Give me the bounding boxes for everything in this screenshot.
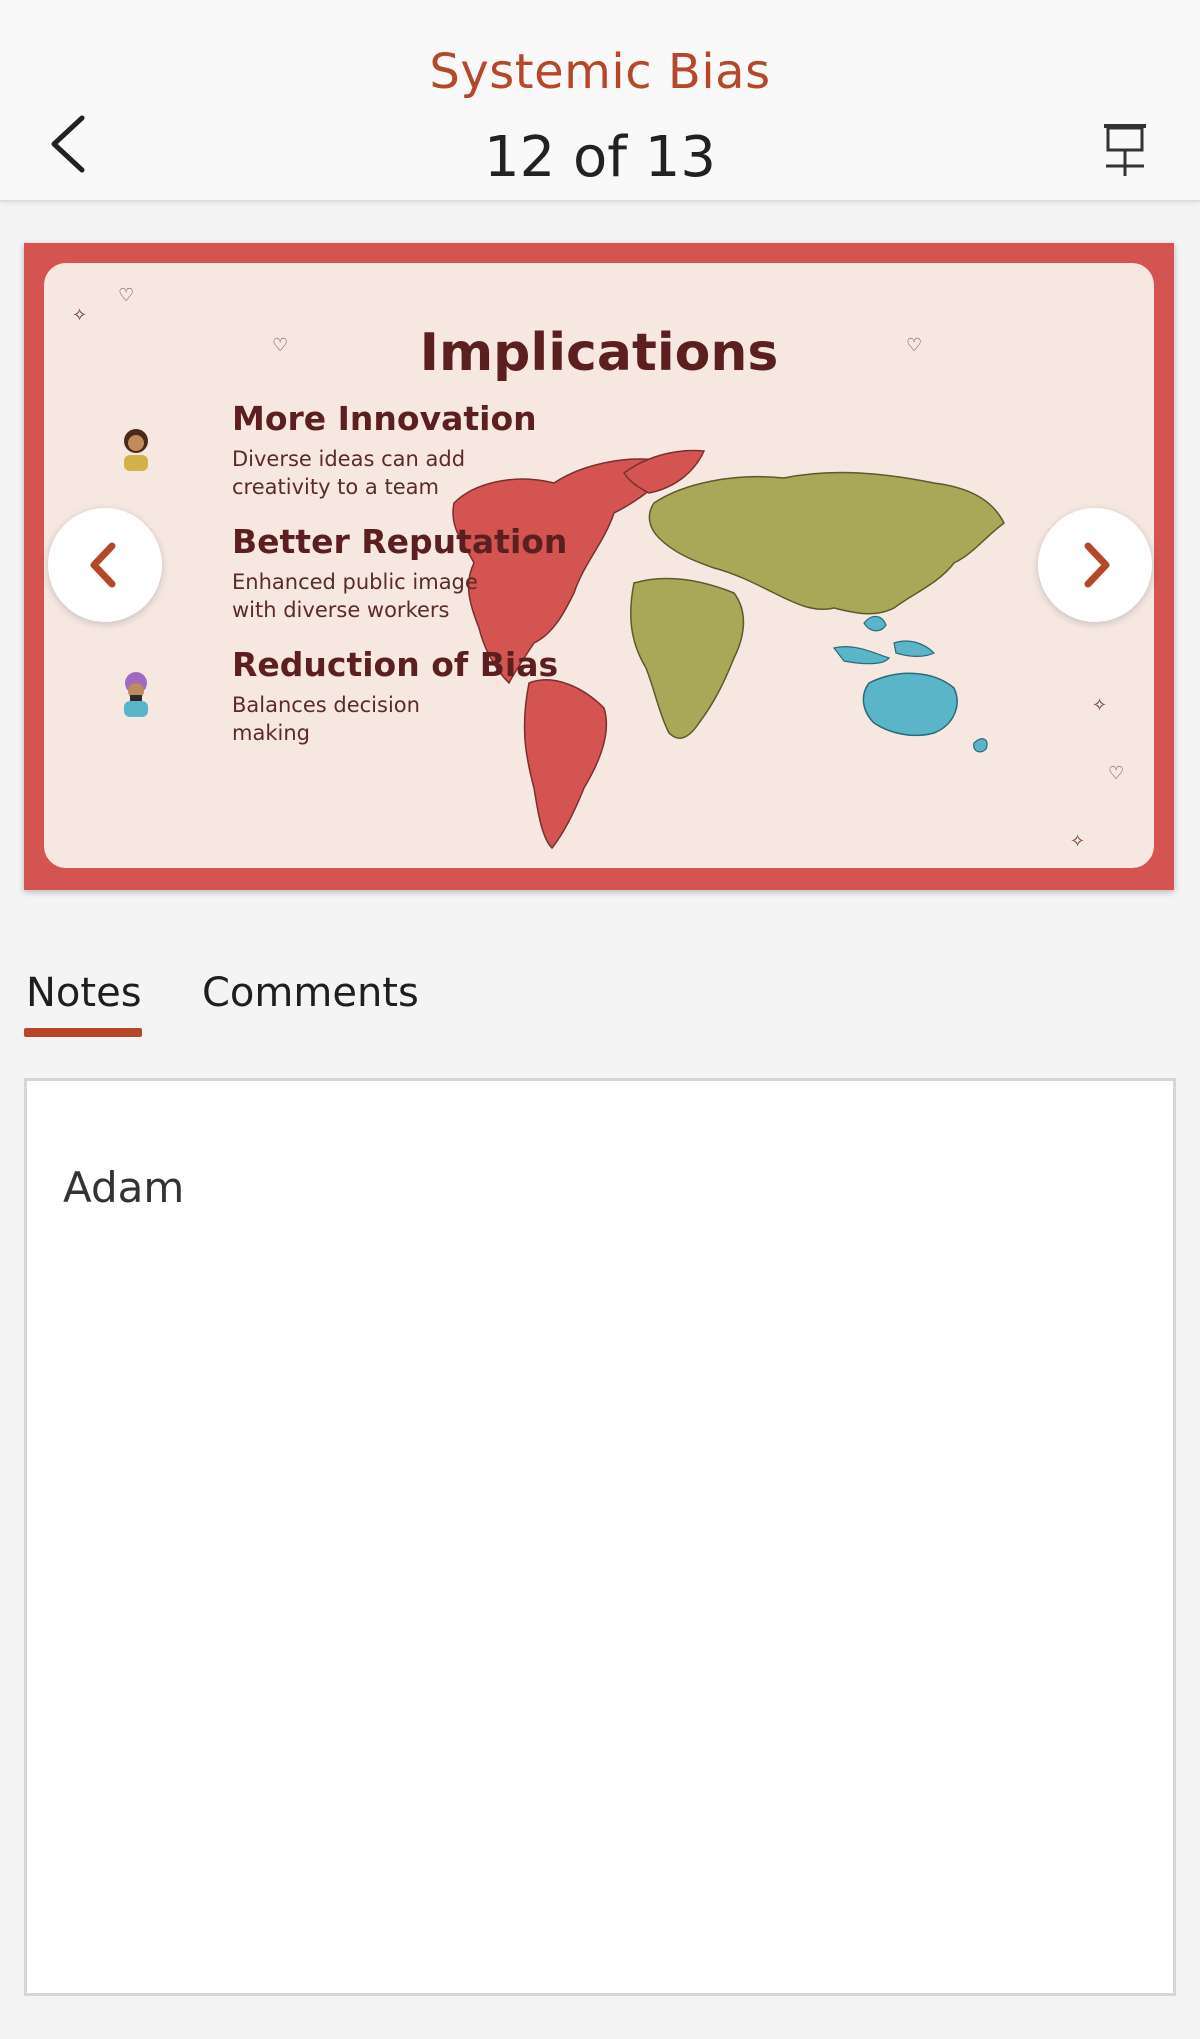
tab-notes[interactable]: Notes [26,970,142,1016]
app-header: Systemic Bias 12 of 13 [0,0,1200,202]
item-heading: Better Reputation [232,522,568,561]
item-heading: Reduction of Bias [232,645,559,684]
person-avatar-icon [124,672,148,717]
previous-slide-button[interactable] [48,508,162,622]
active-tab-indicator [24,1028,142,1037]
next-slide-button[interactable] [1038,508,1152,622]
heart-decoration-icon: ♡ [1108,763,1125,784]
back-button[interactable] [40,104,100,184]
sparkle-decoration-icon: ✧ [1092,695,1108,716]
item-description: Balances decision making [232,693,420,745]
notes-editor[interactable]: Adam [24,1078,1176,1996]
person-avatar-icon [124,429,148,471]
notes-text[interactable]: Adam [63,1163,184,1212]
slide-canvas: ♡ ✧ ♡ ♡ ✧ ♡ ✧ Implications More Innovati… [44,263,1154,868]
present-button[interactable] [1096,118,1154,182]
document-title: Systemic Bias [429,44,771,100]
item-heading: More Innovation [232,399,537,438]
item-description: Diverse ideas can add creativity to a te… [232,447,466,499]
notes-comments-tabs: Notes Comments [24,970,1174,1040]
implication-item: More Innovation Diverse ideas can add cr… [116,399,537,499]
implication-item: Reduction of Bias Balances decision maki… [116,645,558,745]
chevron-right-icon [1084,542,1110,588]
implication-item: Better Reputation Enhanced public image … [116,522,567,622]
slide-preview[interactable]: ♡ ✧ ♡ ♡ ✧ ♡ ✧ Implications More Innovati… [24,243,1174,890]
slide-counter: 12 of 13 [483,125,717,190]
item-description: Enhanced public image with diverse worke… [232,570,478,622]
slide-title: Implications [419,323,779,383]
chevron-left-icon [51,115,85,173]
presenter-icon [1104,124,1146,176]
chevron-left-icon [90,542,116,588]
tab-comments[interactable]: Comments [202,970,419,1016]
heart-decoration-icon: ♡ [118,285,135,306]
